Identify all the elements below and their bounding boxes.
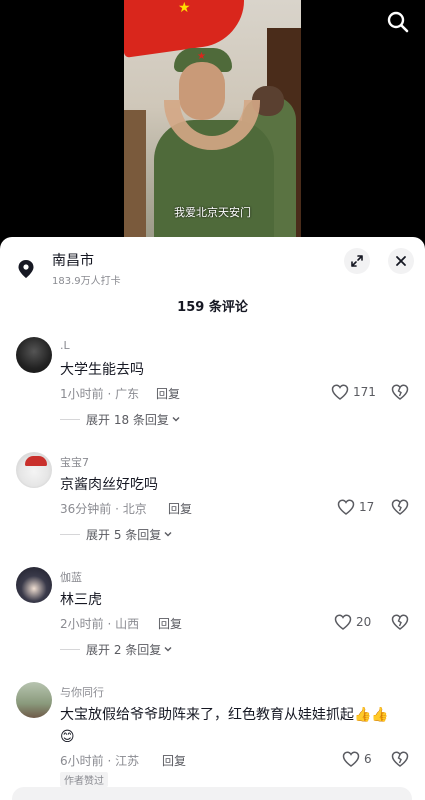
comment-meta: 36分钟前 · 北京 (60, 502, 147, 516)
reply-button[interactable]: 回复 (168, 500, 192, 517)
like-count: 6 (364, 752, 372, 766)
avatar[interactable] (16, 567, 52, 603)
divider (60, 533, 80, 535)
expand-button[interactable] (344, 248, 370, 274)
comment-input[interactable] (12, 787, 412, 800)
divider (60, 418, 80, 420)
like-count: 171 (353, 385, 376, 399)
avatar[interactable] (16, 682, 52, 718)
expand-replies-button[interactable]: 展开 18 条回复 (60, 410, 181, 428)
chevron-down-icon (164, 532, 172, 537)
dislike-button[interactable] (391, 498, 409, 516)
comment-text: 京酱肉丝好吃吗 (60, 477, 158, 493)
search-button[interactable] (386, 10, 410, 34)
chevron-down-icon (172, 417, 180, 422)
comment-username[interactable]: 宝宝7 (60, 454, 89, 470)
comment-item: .L 大学生能去吗 1小时前 · 广东 回复 171 展开 18 条回复 (0, 337, 425, 452)
like-count: 17 (359, 500, 375, 514)
expand-replies-button[interactable]: 展开 2 条回复 (60, 640, 173, 658)
expand-replies-label: 展开 2 条回复 (86, 642, 162, 657)
heart-icon (337, 499, 355, 515)
cap-star-icon: ★ (197, 51, 206, 62)
expand-replies-label: 展开 18 条回复 (86, 412, 169, 427)
video-caption: 我爱北京天安门 (174, 206, 251, 219)
video-frame: ★ ★ 我爱北京天安门 (124, 0, 301, 238)
reply-button[interactable]: 回复 (158, 615, 182, 632)
author-liked-badge: 作者赞过 (60, 772, 108, 787)
avatar[interactable] (16, 337, 52, 373)
comment-username[interactable]: 伽蓝 (60, 569, 82, 585)
broken-heart-icon (391, 499, 409, 515)
flag-star-icon: ★ (178, 0, 191, 16)
dislike-button[interactable] (391, 613, 409, 631)
broken-heart-icon (391, 614, 409, 630)
like-button[interactable]: 6 (342, 749, 372, 769)
broken-heart-icon (391, 384, 409, 400)
location-name: 南昌市 (52, 253, 94, 269)
comment-item: 伽蓝 林三虎 2小时前 · 山西 回复 20 展开 2 条回复 (0, 567, 425, 682)
comment-username[interactable]: .L (60, 339, 70, 352)
comment-text: 大学生能去吗 (60, 362, 144, 378)
search-icon (387, 11, 409, 33)
reply-button[interactable]: 回复 (156, 385, 180, 402)
heart-icon (331, 384, 349, 400)
divider (60, 648, 80, 650)
comment-text: 林三虎 (60, 592, 102, 608)
close-icon (396, 256, 406, 266)
like-button[interactable]: 20 (334, 612, 371, 632)
video-player[interactable]: ★ ★ 我爱北京天安门 (0, 0, 425, 238)
broken-heart-icon (391, 751, 409, 767)
heart-icon (334, 614, 352, 630)
comment-sheet: 南昌市 183.9万人打卡 159 条评论 .L 大学生能去吗 1小时前 · 广… (0, 237, 425, 800)
close-button[interactable] (388, 248, 414, 274)
expand-replies-button[interactable]: 展开 5 条回复 (60, 525, 173, 543)
comment-count-title: 159 条评论 (177, 300, 248, 315)
comment-meta: 1小时前 · 广东 (60, 387, 140, 401)
location-pin-icon (18, 260, 34, 278)
like-button[interactable]: 17 (337, 497, 374, 517)
like-count: 20 (356, 615, 372, 629)
location-checkins: 183.9万人打卡 (52, 276, 121, 287)
expand-icon (351, 255, 363, 267)
expand-replies-label: 展开 5 条回复 (86, 527, 162, 542)
reply-button[interactable]: 回复 (162, 752, 186, 769)
avatar[interactable] (16, 452, 52, 488)
comment-meta: 6小时前 · 江苏 (60, 754, 140, 768)
background-shelf (124, 110, 146, 238)
dislike-button[interactable] (391, 383, 409, 401)
comment-item: 宝宝7 京酱肉丝好吃吗 36分钟前 · 北京 回复 17 展开 5 条回复 (0, 452, 425, 567)
comment-meta: 2小时前 · 山西 (60, 617, 140, 631)
comment-text: 大宝放假给爷爷助阵来了，红色教育从娃娃抓起👍👍 (60, 707, 389, 723)
dislike-button[interactable] (391, 750, 409, 768)
comment-username[interactable]: 与你同行 (60, 684, 104, 700)
comment-item: 与你同行 大宝放假给爷爷助阵来了，红色教育从娃娃抓起👍👍 😊 6小时前 · 江苏… (0, 682, 425, 797)
heart-icon (342, 751, 360, 767)
like-button[interactable]: 171 (331, 382, 376, 402)
chevron-down-icon (164, 647, 172, 652)
comment-text-emoji: 😊 (60, 729, 75, 745)
